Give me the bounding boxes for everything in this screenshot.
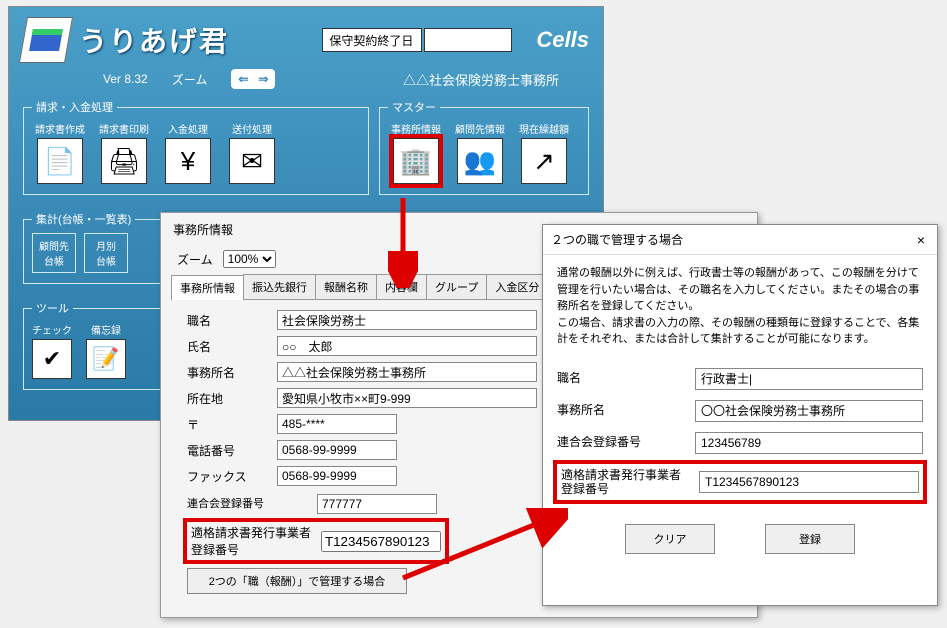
tab-payment-cat[interactable]: 入金区分 (486, 274, 548, 299)
clients-icon: 👥 (457, 138, 503, 184)
tj-lbl-invoice: 適格請求書発行事業者登録番号 (561, 468, 691, 497)
zoom-buttons[interactable]: ⇐⇒ (231, 69, 275, 89)
tj-invoice-highlight: 適格請求書発行事業者登録番号 (557, 464, 923, 501)
envelope-icon: ✉ (229, 138, 275, 184)
office-icon: 🏢 (393, 138, 439, 184)
input-office[interactable] (277, 362, 537, 382)
yen-icon: ¥ (165, 138, 211, 184)
two-job-dialog-title: ２つの職で管理する場合 (551, 231, 683, 248)
group-billing: 請求・入金処理 請求書作成📄 請求書印刷🖨 入金処理¥ 送付処理✉ (23, 99, 369, 195)
tab-bank[interactable]: 振込先銀行 (243, 274, 316, 299)
lbl-addr: 所在地 (187, 390, 267, 407)
printer-icon: 🖨 (101, 138, 147, 184)
btn-register[interactable]: 登録 (765, 524, 855, 554)
btn-client-info[interactable]: 顧問先情報👥 (452, 121, 508, 184)
input-tel[interactable] (277, 440, 397, 460)
lbl-name: 氏名 (187, 338, 267, 355)
btn-invoice-print[interactable]: 請求書印刷🖨 (96, 121, 152, 184)
btn-invoice-create[interactable]: 請求書作成📄 (32, 121, 88, 184)
btn-carryover[interactable]: 現在繰越額↗ (516, 121, 572, 184)
brand-name: Cells (536, 27, 589, 53)
group-master-legend: マスター (388, 99, 440, 115)
tj-input-office[interactable] (695, 400, 923, 422)
input-job[interactable] (277, 310, 537, 330)
header-office-name: △△社会保険労務士事務所 (403, 70, 559, 89)
zoom-label: ズーム (172, 71, 208, 88)
group-billing-legend: 請求・入金処理 (32, 99, 117, 115)
lbl-job: 職名 (187, 312, 267, 329)
btn-memo[interactable]: 備忘録📝 (86, 322, 126, 379)
btn-office-info[interactable]: 事務所情報🏢 (388, 121, 444, 184)
contract-end-label: 保守契約終了日 (322, 28, 422, 52)
two-job-dialog: ２つの職で管理する場合 × 通常の報酬以外に例えば、行政書士等の報酬があって、こ… (542, 224, 938, 606)
contract-end-value (424, 28, 512, 52)
memo-icon: 📝 (86, 339, 126, 379)
btn-monthly-ledger[interactable]: 月別 台帳 (84, 233, 128, 273)
tab-content[interactable]: 内容欄 (376, 274, 427, 299)
input-name[interactable] (277, 336, 537, 356)
lbl-zip: 〒 (187, 416, 267, 433)
group-tool-legend: ツール (32, 300, 73, 316)
app-title: うりあげ君 (79, 20, 229, 60)
btn-two-job-manage[interactable]: 2つの「職（報酬）」で管理する場合 (187, 568, 407, 594)
group-master: マスター 事務所情報🏢 顧問先情報👥 現在繰越額↗ (379, 99, 589, 195)
tj-lbl-union: 連合会登録番号 (557, 435, 687, 449)
lbl-office: 事務所名 (187, 364, 267, 381)
btn-send[interactable]: 送付処理✉ (224, 121, 280, 184)
tj-input-invoice[interactable] (699, 471, 919, 493)
tab-office-info[interactable]: 事務所情報 (171, 275, 244, 300)
lbl-tel: 電話番号 (187, 442, 267, 459)
tj-input-job[interactable] (695, 368, 923, 390)
office-zoom-select[interactable]: 100% (223, 250, 276, 268)
input-union[interactable] (317, 494, 437, 514)
tj-lbl-office: 事務所名 (557, 403, 687, 417)
lbl-invoice-reg: 適格請求書発行事業者登録番号 (191, 524, 311, 558)
input-invoice-reg[interactable] (321, 531, 441, 552)
group-ledger-legend: 集計(台帳・一覧表) (32, 211, 135, 227)
version-label: Ver 8.32 (103, 72, 148, 86)
btn-clear[interactable]: クリア (625, 524, 715, 554)
tj-input-union[interactable] (695, 432, 923, 454)
input-zip[interactable] (277, 414, 397, 434)
lbl-union: 連合会登録番号 (187, 498, 307, 510)
tab-fee-name[interactable]: 報酬名称 (315, 274, 377, 299)
btn-check[interactable]: チェック✔ (32, 322, 72, 379)
office-zoom-label: ズーム (177, 251, 213, 268)
btn-payment[interactable]: 入金処理¥ (160, 121, 216, 184)
arrow-icon: ↗ (521, 138, 567, 184)
close-icon[interactable]: × (913, 232, 929, 248)
btn-client-ledger[interactable]: 顧問先 台帳 (32, 233, 76, 273)
lbl-fax: ファックス (187, 468, 267, 485)
app-logo-icon (19, 17, 73, 63)
tj-lbl-job: 職名 (557, 371, 687, 385)
invoice-create-icon: 📄 (37, 138, 83, 184)
input-addr[interactable] (277, 388, 537, 408)
invoice-reg-highlight: 適格請求書発行事業者登録番号 (187, 522, 445, 560)
input-fax[interactable] (277, 466, 397, 486)
tab-group[interactable]: グループ (426, 274, 487, 299)
two-job-description: 通常の報酬以外に例えば、行政書士等の報酬があって、この報酬を分けて管理を行いたい… (557, 265, 923, 348)
check-icon: ✔ (32, 339, 72, 379)
